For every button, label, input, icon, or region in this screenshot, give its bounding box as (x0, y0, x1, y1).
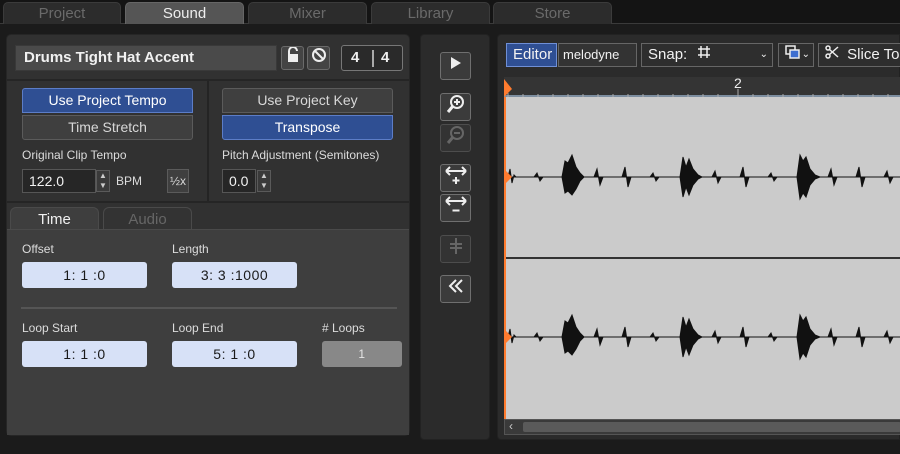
tab-sound[interactable]: Sound (125, 2, 244, 24)
tab-mixer[interactable]: Mixer (248, 2, 367, 24)
waveform-area[interactable] (504, 97, 900, 419)
tab-audio[interactable]: Audio (103, 207, 192, 231)
snap-center-icon[interactable] (440, 235, 471, 263)
offset-label: Offset (22, 242, 54, 256)
spin-up-icon[interactable]: ▲ (258, 171, 270, 181)
time-sig-denominator: 4 (381, 49, 390, 66)
time-panel: Offset 1: 1 :0 Length 3: 3 :1000 Loop St… (7, 229, 409, 435)
loops-label: # Loops (322, 321, 365, 335)
sub-tab-bar: Time Audio (7, 207, 409, 231)
loops-field[interactable]: 1 (322, 341, 402, 367)
original-clip-tempo-label: Original Clip Tempo (22, 148, 127, 162)
contract-horizontal-icon[interactable] (440, 194, 471, 222)
pitch-adjustment-label: Pitch Adjustment (Semitones) (222, 148, 380, 162)
tab-store[interactable]: Store (493, 2, 612, 24)
time-stretch-button[interactable]: Time Stretch (22, 115, 193, 140)
tempo-spinner[interactable]: ▲ ▼ (96, 170, 110, 192)
spin-down-icon[interactable]: ▼ (97, 181, 109, 191)
clip-inspector-panel: Drums Tight Hat Accent 4 4 Use Project T… (6, 34, 410, 436)
clip-name[interactable]: Drums Tight Hat Accent (15, 45, 277, 71)
mute-icon[interactable] (307, 46, 330, 70)
zoom-in-icon[interactable] (440, 93, 471, 121)
time-sig-numerator: 4 (351, 49, 360, 66)
spin-down-icon[interactable]: ▼ (258, 181, 270, 191)
loop-start-label: Loop Start (22, 321, 78, 335)
pitch-spinner[interactable]: ▲ ▼ (257, 170, 271, 192)
scrollbar-thumb[interactable] (523, 422, 900, 432)
tempo-input[interactable]: 122.0 (22, 169, 96, 193)
divider (21, 307, 397, 309)
melodyne-tab[interactable]: melodyne (558, 43, 637, 67)
timeline-ruler[interactable]: 2 (504, 75, 900, 97)
bpm-label: BPM (116, 174, 143, 188)
loop-end-field[interactable]: 5: 1 :0 (172, 341, 297, 367)
layers-icon (785, 45, 801, 63)
chevron-down-icon: ⌄ (759, 49, 768, 60)
slice-to-label: Slice To (847, 46, 900, 63)
grid-icon (697, 46, 711, 63)
time-sig-divider (372, 50, 374, 67)
length-label: Length (172, 242, 209, 256)
use-project-key-button[interactable]: Use Project Key (222, 88, 393, 113)
half-tempo-button[interactable]: ½x (167, 169, 189, 193)
tool-column (420, 34, 490, 440)
loop-start-field[interactable]: 1: 1 :0 (22, 341, 147, 367)
offset-field[interactable]: 1: 1 :0 (22, 262, 147, 288)
snap-dropdown[interactable]: Snap: ⌄ (641, 43, 773, 67)
tab-library[interactable]: Library (371, 2, 490, 24)
slice-to-button[interactable]: Slice To (818, 43, 900, 67)
divider (7, 201, 409, 203)
top-tab-strip: Project Sound Mixer Library Store (0, 0, 900, 24)
tab-time[interactable]: Time (10, 207, 99, 231)
zoom-out-icon[interactable] (440, 124, 471, 152)
editor-toolbar: Editor melodyne Snap: ⌄ ⌄ Slice To (506, 43, 900, 67)
expand-horizontal-icon[interactable] (440, 164, 471, 192)
spin-up-icon[interactable]: ▲ (97, 171, 109, 181)
lock-icon[interactable] (281, 46, 304, 70)
bar-number-label: 2 (734, 75, 742, 91)
snap-label: Snap: (648, 46, 688, 63)
waveform-editor: Editor melodyne Snap: ⌄ ⌄ Slice To 2 ‹ (497, 34, 900, 440)
editor-tab[interactable]: Editor (506, 43, 557, 67)
use-project-tempo-button[interactable]: Use Project Tempo (22, 88, 193, 113)
scissors-icon (825, 45, 843, 63)
tab-project[interactable]: Project (3, 2, 121, 24)
transpose-button[interactable]: Transpose (222, 115, 393, 140)
layer-dropdown[interactable]: ⌄ (778, 43, 814, 67)
scroll-left-icon[interactable]: ‹ (509, 419, 513, 433)
waveform-graphic (506, 153, 900, 361)
divider (207, 81, 209, 201)
chevron-down-icon: ⌄ (801, 49, 810, 60)
horizontal-scrollbar[interactable]: ‹ (504, 419, 900, 435)
collapse-panel-icon[interactable] (440, 275, 471, 303)
play-icon[interactable] (440, 52, 471, 80)
pitch-input[interactable]: 0.0 (222, 169, 256, 193)
clip-header: Drums Tight Hat Accent 4 4 (15, 45, 403, 73)
loop-end-label: Loop End (172, 321, 224, 335)
length-field[interactable]: 3: 3 :1000 (172, 262, 297, 288)
time-signature[interactable]: 4 4 (341, 45, 403, 71)
